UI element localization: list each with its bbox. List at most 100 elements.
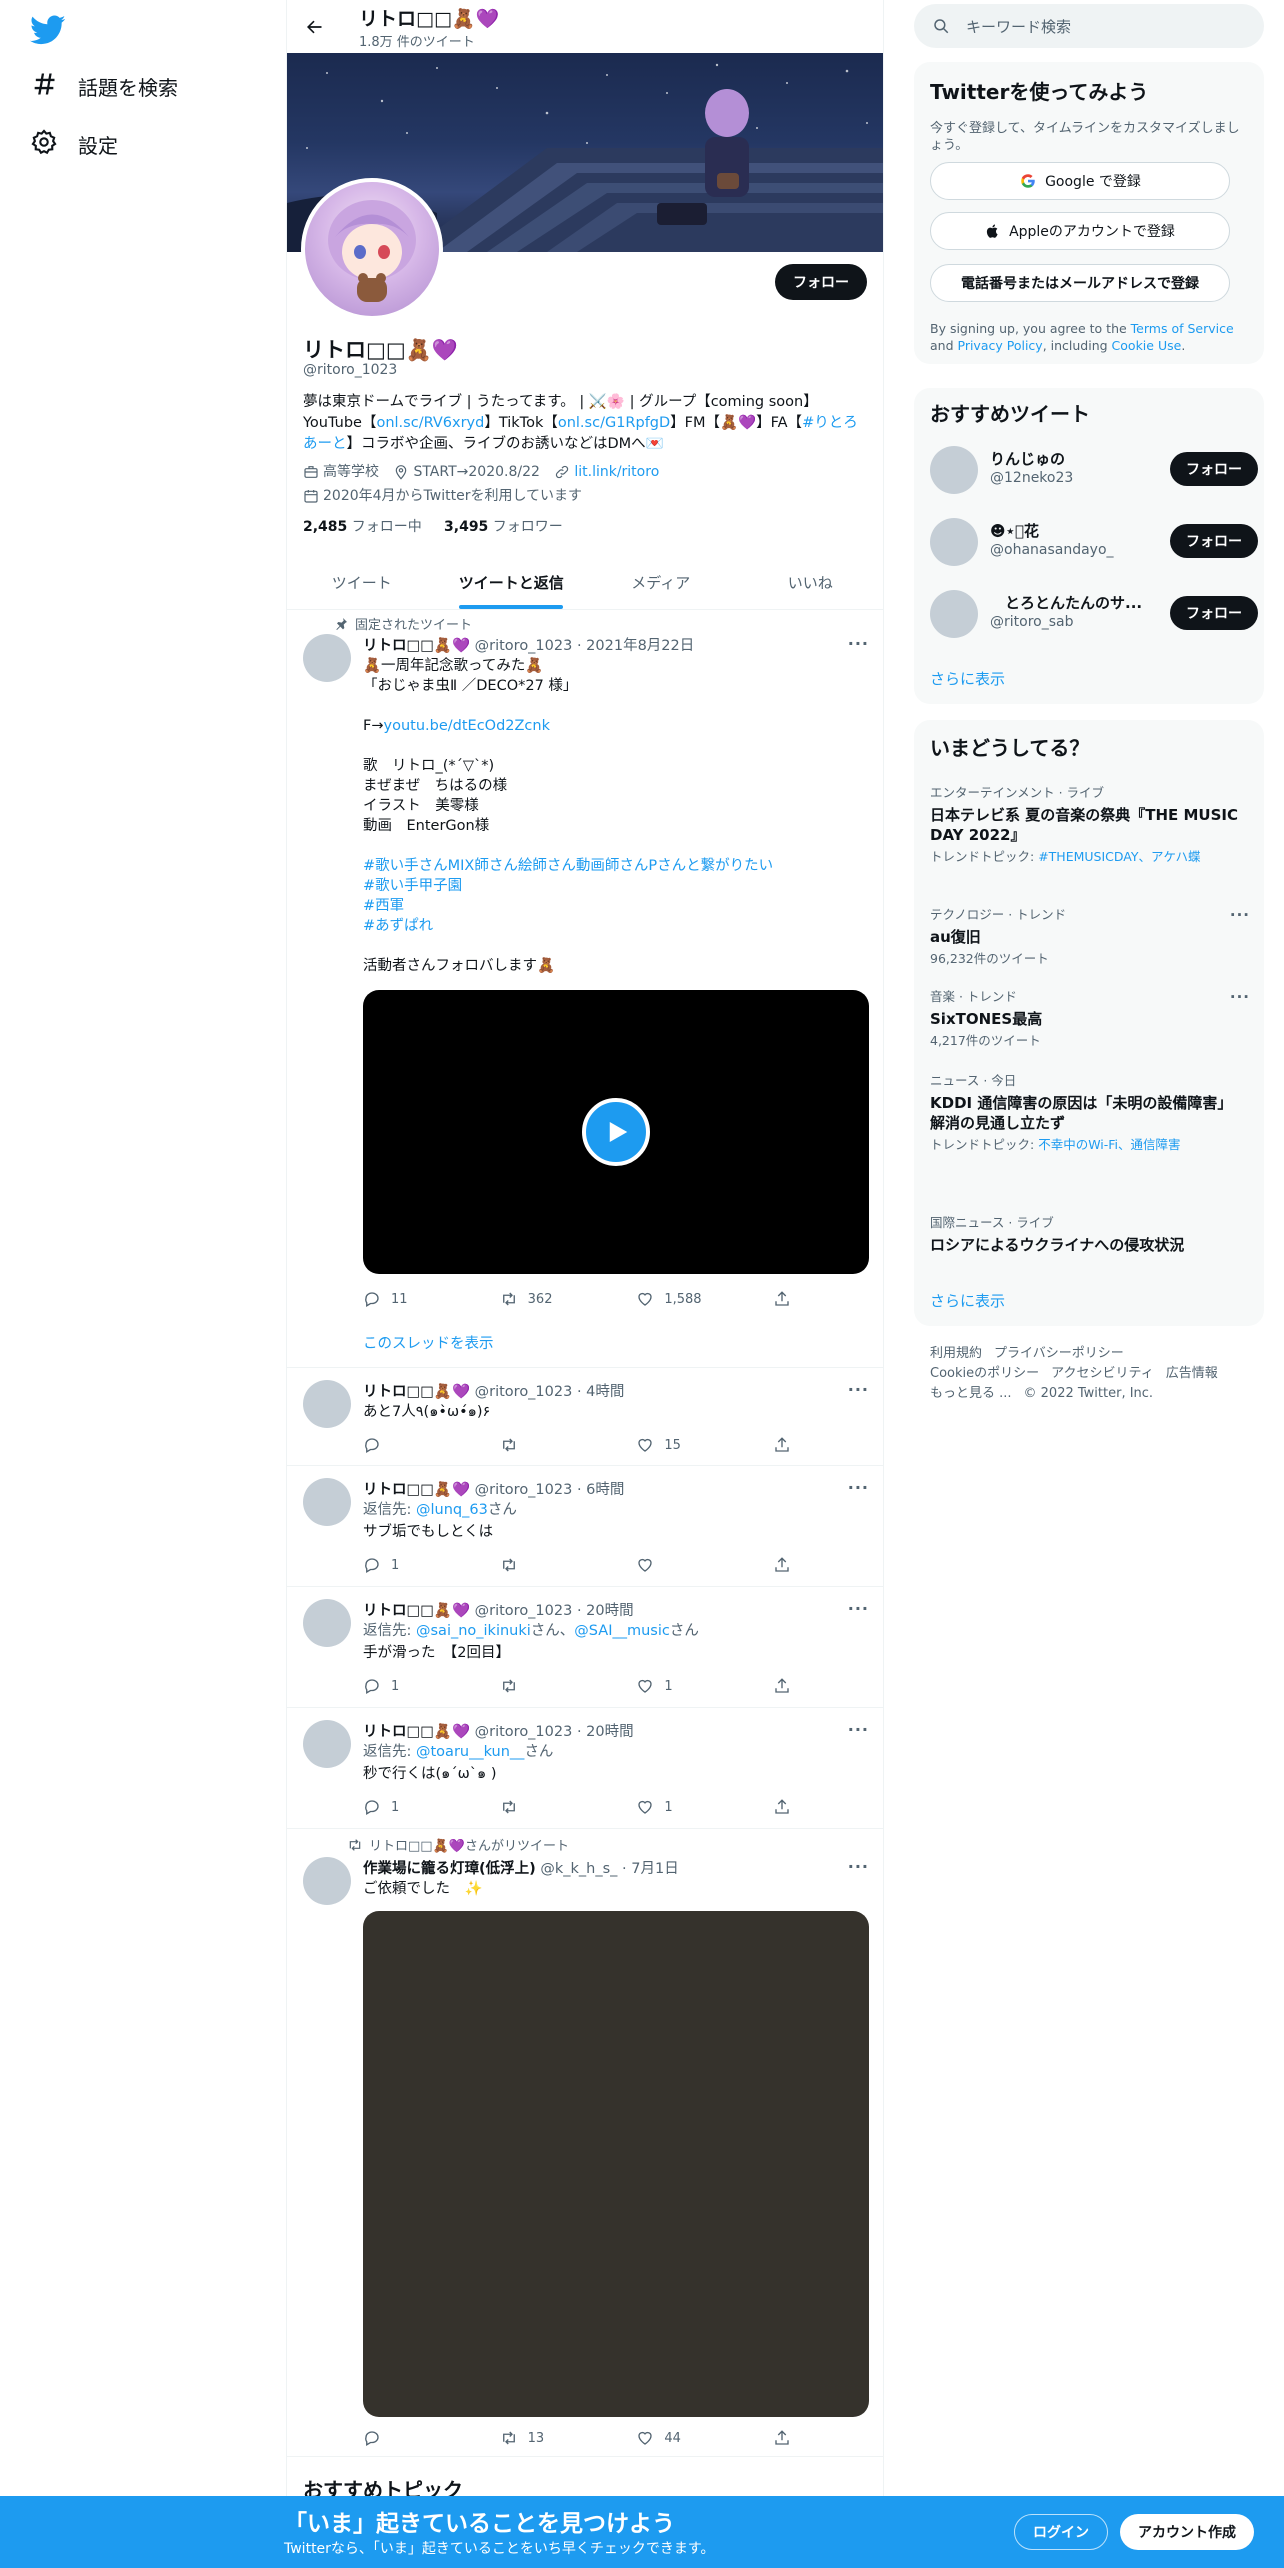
more-options-icon[interactable]: ···: [848, 1478, 869, 1497]
like-button[interactable]: 1,588: [636, 1290, 746, 1308]
share-button[interactable]: [773, 1290, 793, 1308]
share-button[interactable]: [773, 1436, 793, 1454]
tab-media[interactable]: メディア: [586, 556, 736, 609]
like-button[interactable]: [636, 1556, 746, 1574]
footer-terms-link[interactable]: 利用規約: [930, 1346, 982, 1361]
more-options-icon[interactable]: ···: [848, 1380, 869, 1399]
trend-item[interactable]: テクノロジー · トレンド au復旧 96,232件のツイート ···: [930, 904, 1250, 967]
login-button[interactable]: ログイン: [1014, 2514, 1108, 2550]
trend-more-icon[interactable]: ···: [1230, 988, 1250, 1006]
tweet-avatar[interactable]: [303, 634, 351, 682]
search-input[interactable]: キーワード検索: [914, 4, 1264, 48]
retweet-button[interactable]: [500, 1436, 610, 1454]
trend-item[interactable]: エンターテインメント · ライブ 日本テレビ系 夏の音楽の祭典『THE MUSI…: [930, 782, 1250, 865]
tweet-retweeted[interactable]: リトロ□□🧸💜さんがリツイート 作業場に籠る灯璋(低浮上) @k_k_h_s_ …: [287, 1829, 883, 2457]
follow-button[interactable]: フォロー: [1170, 524, 1258, 558]
meta-website[interactable]: lit.link/ritoro: [554, 462, 659, 482]
tab-tweets-and-replies[interactable]: ツイートと返信: [437, 556, 587, 609]
tweet-handle-time[interactable]: @k_k_h_s_ · 7月1日: [540, 1861, 678, 1877]
phone-email-signup-button[interactable]: 電話番号またはメールアドレスで登録: [930, 264, 1230, 302]
followers-link[interactable]: 3,495 フォロワー: [444, 519, 563, 535]
profile-avatar[interactable]: [301, 178, 443, 320]
tab-likes[interactable]: いいね: [736, 556, 884, 609]
avatar[interactable]: [930, 590, 978, 638]
like-button[interactable]: 15: [636, 1436, 746, 1454]
nav-explore[interactable]: 話題を検索: [30, 66, 178, 106]
like-button[interactable]: 1: [636, 1798, 746, 1816]
suggested-user[interactable]: りんじゅの @12neko23 フォロー: [930, 440, 1258, 500]
like-button[interactable]: 1: [636, 1677, 746, 1695]
tweet-handle-time[interactable]: @ritoro_1023 · 6時間: [475, 1482, 625, 1498]
more-options-icon[interactable]: ···: [848, 1720, 869, 1739]
reply-button[interactable]: 1: [363, 1677, 473, 1695]
reply-to-user-link[interactable]: @toaru__kun__: [416, 1744, 524, 1760]
tweet-author-name[interactable]: リトロ□□🧸💜: [363, 1384, 470, 1400]
bio-youtube-link[interactable]: onl.sc/RV6xryd: [376, 415, 484, 431]
like-button[interactable]: 44: [636, 2429, 746, 2447]
nav-settings[interactable]: 設定: [30, 124, 118, 164]
footer-ads-link[interactable]: 広告情報: [1166, 1366, 1218, 1381]
retweet-button[interactable]: 13: [500, 2429, 610, 2447]
privacy-link[interactable]: Privacy Policy: [958, 338, 1043, 353]
reply-button[interactable]: [363, 2429, 473, 2447]
more-options-icon[interactable]: ···: [848, 1857, 869, 1876]
reply-button[interactable]: 1: [363, 1556, 473, 1574]
tweet-youtube-link[interactable]: youtu.be/dtEcOd2Zcnk: [384, 718, 551, 734]
retweet-button[interactable]: [500, 1556, 610, 1574]
avatar[interactable]: [930, 518, 978, 566]
tweet-avatar[interactable]: [303, 1380, 351, 1428]
tweet-avatar[interactable]: [303, 1720, 351, 1768]
follow-button[interactable]: フォロー: [775, 264, 867, 300]
tweet-author-name[interactable]: リトロ□□🧸💜: [363, 638, 470, 654]
suggested-user[interactable]: ☻︎︎⋆͛花 @ohanasandayo_ フォロー: [930, 512, 1258, 572]
reply-to-user-link[interactable]: @sai_no_ikinuki: [416, 1623, 531, 1639]
trend-item[interactable]: 国際ニュース · ライブ ロシアによるウクライナへの侵攻状況: [930, 1212, 1250, 1255]
trend-sub-link[interactable]: 不幸中のWi-Fi、通信障害: [1038, 1137, 1180, 1152]
who-to-follow-show-more[interactable]: さらに表示: [930, 668, 1005, 689]
tweet[interactable]: リトロ□□🧸💜 @ritoro_1023 · 20時間 ··· 返信先: @sa…: [287, 1587, 883, 1708]
tweet[interactable]: リトロ□□🧸💜 @ritoro_1023 · 20時間 ··· 返信先: @to…: [287, 1708, 883, 1829]
tweet-avatar[interactable]: [303, 1478, 351, 1526]
tweet-handle-time[interactable]: @ritoro_1023 · 4時間: [475, 1384, 625, 1400]
tweet-hashtags[interactable]: #歌い手さんMIX師さん絵師さん動画師さんPさんと繋がりたい #歌い手甲子園 #…: [363, 856, 869, 936]
tweet[interactable]: リトロ□□🧸💜 @ritoro_1023 · 6時間 ··· 返信先: @lun…: [287, 1466, 883, 1587]
trend-sub-link[interactable]: #THEMUSICDAY、アケハ蝶: [1038, 849, 1200, 864]
terms-link[interactable]: Terms of Service: [1131, 321, 1234, 336]
avatar[interactable]: [930, 446, 978, 494]
retweet-button[interactable]: [500, 1798, 610, 1816]
reply-button[interactable]: 1: [363, 1798, 473, 1816]
apple-signup-button[interactable]: Appleのアカウントで登録: [930, 212, 1230, 250]
suggested-user[interactable]: とろとんたんのサ... @ritoro_sab フォロー: [930, 584, 1258, 644]
tweet-avatar[interactable]: [303, 1599, 351, 1647]
tweet-author-name[interactable]: リトロ□□🧸💜: [363, 1603, 470, 1619]
following-link[interactable]: 2,485 フォロー中: [303, 519, 422, 535]
share-button[interactable]: [773, 1556, 793, 1574]
tweet-handle-time[interactable]: @ritoro_1023 · 20時間: [475, 1603, 634, 1619]
tweet-pinned[interactable]: 固定されたツイート リトロ□□🧸💜 @ritoro_1023 · 2021年8月…: [287, 610, 883, 1368]
tweet[interactable]: リトロ□□🧸💜 @ritoro_1023 · 4時間 ··· あと7人٩(๑•̀…: [287, 1368, 883, 1466]
footer-cookie-link[interactable]: Cookieのポリシー: [930, 1366, 1039, 1381]
play-icon[interactable]: [582, 1098, 650, 1166]
follow-button[interactable]: フォロー: [1170, 596, 1258, 630]
tweet-author-name[interactable]: リトロ□□🧸💜: [363, 1482, 470, 1498]
show-thread-link[interactable]: このスレッドを表示: [363, 1332, 494, 1353]
tweet-author-name[interactable]: 作業場に籠る灯璋(低浮上): [363, 1861, 536, 1877]
trend-more-icon[interactable]: ···: [1230, 906, 1250, 924]
share-button[interactable]: [773, 2429, 793, 2447]
tweet-handle-time[interactable]: @ritoro_1023 · 2021年8月22日: [475, 638, 695, 654]
tweet-author-name[interactable]: リトロ□□🧸💜: [363, 1724, 470, 1740]
share-button[interactable]: [773, 1677, 793, 1695]
cookie-link[interactable]: Cookie Use: [1112, 338, 1182, 353]
tweet-avatar[interactable]: [303, 1857, 351, 1905]
more-options-icon[interactable]: ···: [848, 1599, 869, 1618]
meta-website-link[interactable]: lit.link/ritoro: [574, 462, 659, 482]
create-account-button[interactable]: アカウント作成: [1120, 2514, 1254, 2550]
tab-tweets[interactable]: ツイート: [287, 556, 437, 609]
retweet-button[interactable]: [500, 1677, 610, 1695]
tweet-image[interactable]: [363, 1911, 869, 2417]
twitter-bird-icon[interactable]: [30, 12, 66, 48]
footer-accessibility-link[interactable]: アクセシビリティ: [1051, 1366, 1154, 1381]
trend-item[interactable]: ニュース · 今日 KDDI 通信障害の原因は「未明の設備障害」 解消の見通し立…: [930, 1070, 1250, 1153]
reply-button[interactable]: 11: [363, 1290, 473, 1308]
reply-to-user-link-2[interactable]: @SAI__music: [574, 1623, 670, 1639]
